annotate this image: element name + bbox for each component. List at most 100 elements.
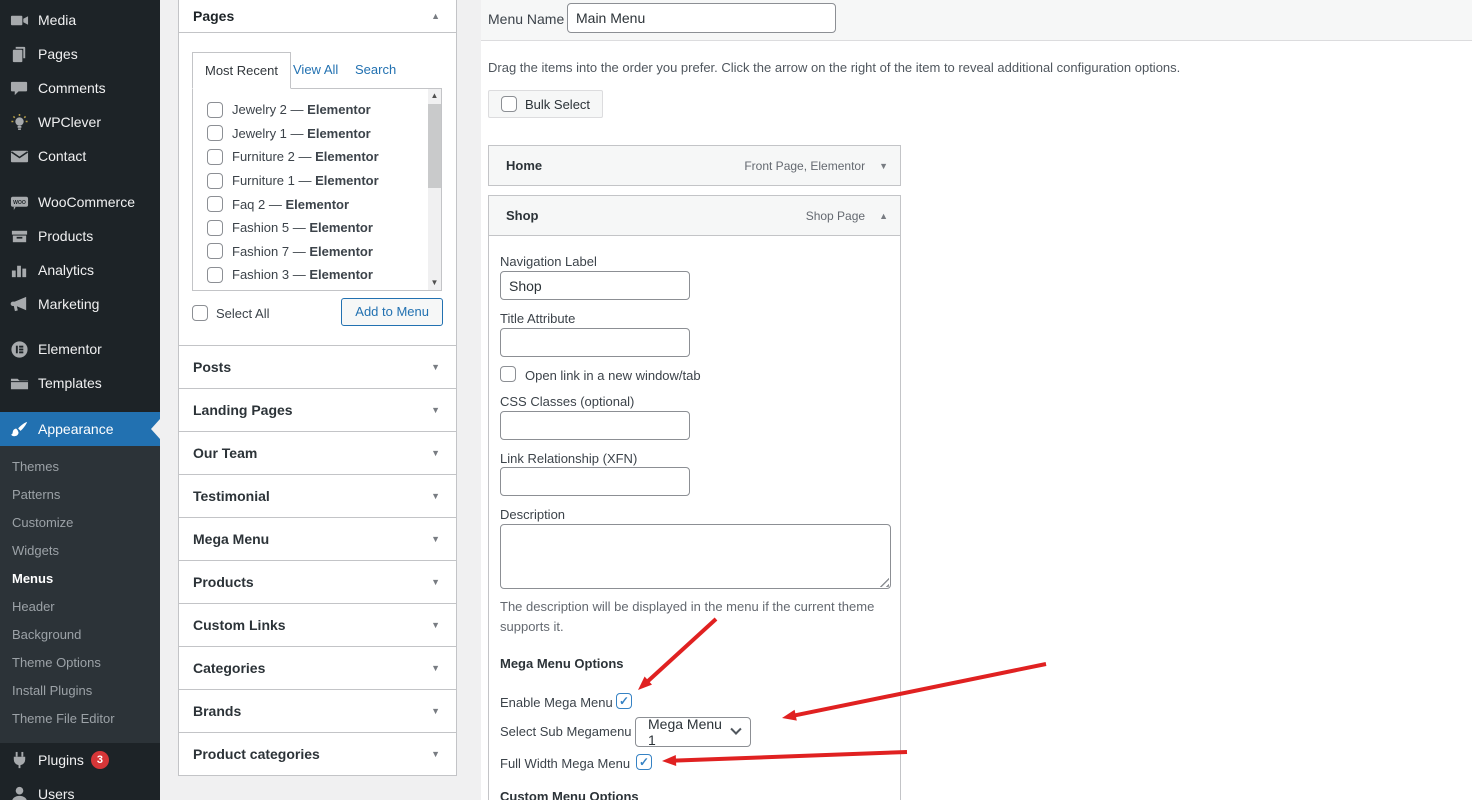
page-checkbox[interactable]: ✓: [207, 149, 223, 165]
sidebar-item-label: Contact: [38, 148, 86, 164]
css-classes-input[interactable]: [500, 411, 690, 440]
sidebar-item-appearance[interactable]: Appearance: [0, 412, 160, 446]
menu-item-shop[interactable]: Shop Shop Page ▲: [488, 195, 901, 236]
page-list-item[interactable]: ✓Fashion 5 — Elementor: [193, 216, 441, 240]
accordion-brands[interactable]: Brands▼: [179, 689, 456, 732]
page-list-item[interactable]: ✓Furniture 1 — Elementor: [193, 169, 441, 193]
expand-arrow-icon: ▼: [431, 706, 440, 716]
accordion-product-categories[interactable]: Product categories▼: [179, 732, 456, 775]
sidebar-item-analytics[interactable]: Analytics: [0, 253, 160, 287]
tab-most-recent[interactable]: Most Recent: [192, 52, 291, 89]
expand-arrow-icon: ▼: [431, 534, 440, 544]
sidebar-item-wpclever[interactable]: WPClever: [0, 105, 160, 139]
submenu-item-menus[interactable]: Menus: [0, 565, 160, 593]
envelope-icon: [8, 146, 30, 166]
sidebar-item-users[interactable]: Users: [0, 777, 160, 800]
expand-arrow-icon[interactable]: ▼: [879, 161, 888, 171]
folder-icon: [8, 373, 30, 393]
page-checkbox[interactable]: ✓: [207, 102, 223, 118]
scrollbar-thumb[interactable]: [428, 104, 441, 188]
sidebar-item-comments[interactable]: Comments: [0, 71, 160, 105]
description-textarea[interactable]: [500, 524, 891, 589]
navigation-label: Navigation Label: [500, 254, 597, 269]
expand-arrow-icon: ▼: [431, 663, 440, 673]
expand-arrow-icon: ▼: [431, 405, 440, 415]
select-all-checkbox[interactable]: ✓: [192, 305, 208, 321]
sidebar-item-media[interactable]: Media: [0, 3, 160, 37]
xfn-label: Link Relationship (XFN): [500, 451, 637, 466]
accordion-mega-menu[interactable]: Mega Menu▼: [179, 517, 456, 560]
sidebar-item-woocommerce[interactable]: WOO WooCommerce: [0, 185, 160, 219]
sidebar-item-pages[interactable]: Pages: [0, 37, 160, 71]
scroll-down-icon[interactable]: ▼: [428, 276, 441, 290]
full-width-mega-menu-checkbox[interactable]: ✓: [636, 754, 652, 770]
accordion-landing-pages[interactable]: Landing Pages▼: [179, 388, 456, 431]
submenu-item-install-plugins[interactable]: Install Plugins: [0, 677, 160, 705]
page-checkbox[interactable]: ✓: [207, 220, 223, 236]
tab-search[interactable]: Search: [355, 62, 396, 77]
submenu-item-widgets[interactable]: Widgets: [0, 537, 160, 565]
page-checkbox[interactable]: ✓: [207, 173, 223, 189]
accordion-products[interactable]: Products▼: [179, 560, 456, 603]
accordion-custom-links[interactable]: Custom Links▼: [179, 603, 456, 646]
page-list-item[interactable]: ✓Fashion 7 — Elementor: [193, 240, 441, 264]
plugins-update-badge: 3: [91, 751, 109, 769]
lightbulb-icon: [8, 112, 30, 132]
submenu-item-themes[interactable]: Themes: [0, 453, 160, 481]
page-checkbox[interactable]: ✓: [207, 267, 223, 283]
title-attribute-input[interactable]: [500, 328, 690, 357]
bulk-select-label: Bulk Select: [525, 97, 590, 112]
submenu-item-customize[interactable]: Customize: [0, 509, 160, 537]
add-to-menu-button[interactable]: Add to Menu: [341, 298, 443, 326]
sidebar-item-elementor[interactable]: Elementor: [0, 332, 160, 366]
css-classes-label: CSS Classes (optional): [500, 394, 634, 409]
accordion-posts[interactable]: Posts▼: [179, 345, 456, 388]
submenu-item-header[interactable]: Header: [0, 593, 160, 621]
sidebar-item-label: WooCommerce: [38, 194, 135, 210]
bulk-select-checkbox[interactable]: ✓: [501, 96, 517, 112]
accordion-testimonial[interactable]: Testimonial▼: [179, 474, 456, 517]
woocommerce-icon: WOO: [8, 192, 30, 212]
submenu-item-background[interactable]: Background: [0, 621, 160, 649]
menu-name-label: Menu Name: [488, 11, 564, 27]
pages-section-title: Pages: [193, 8, 234, 24]
submenu-item-theme-file-editor[interactable]: Theme File Editor: [0, 705, 160, 733]
menu-name-input[interactable]: [567, 3, 836, 33]
accordion-categories[interactable]: Categories▼: [179, 646, 456, 689]
list-scrollbar[interactable]: ▲ ▼: [428, 89, 441, 290]
sidebar-item-contact[interactable]: Contact: [0, 139, 160, 173]
submenu-item-patterns[interactable]: Patterns: [0, 481, 160, 509]
xfn-input[interactable]: [500, 467, 690, 496]
tab-view-all[interactable]: View All: [293, 62, 338, 77]
collapse-arrow-icon[interactable]: ▲: [431, 11, 440, 21]
collapse-arrow-icon[interactable]: ▲: [879, 211, 888, 221]
enable-mega-menu-checkbox[interactable]: ✓: [616, 693, 632, 709]
custom-menu-options-heading: Custom Menu Options: [500, 789, 639, 800]
sidebar-item-templates[interactable]: Templates: [0, 366, 160, 400]
accordion-our-team[interactable]: Our Team▼: [179, 431, 456, 474]
scroll-up-icon[interactable]: ▲: [428, 89, 441, 103]
full-width-mega-menu-label: Full Width Mega Menu: [500, 756, 630, 771]
sub-megamenu-select[interactable]: Mega Menu 1: [635, 717, 751, 747]
open-new-tab-checkbox[interactable]: ✓: [500, 366, 516, 382]
sidebar-item-products[interactable]: Products: [0, 219, 160, 253]
page-list-item[interactable]: ✓Jewelry 2 — Elementor: [193, 98, 441, 122]
page-list-item[interactable]: ✓Fashion 3 — Elementor: [193, 263, 441, 287]
products-icon: [8, 226, 30, 246]
page-checkbox[interactable]: ✓: [207, 125, 223, 141]
page-checkbox[interactable]: ✓: [207, 243, 223, 259]
sidebar-item-plugins[interactable]: Plugins 3: [0, 743, 160, 777]
elementor-icon: [8, 339, 30, 359]
page-checkbox[interactable]: ✓: [207, 196, 223, 212]
pages-section-header[interactable]: Pages ▲: [179, 0, 456, 33]
navigation-label-input[interactable]: [500, 271, 690, 300]
menu-item-home[interactable]: Home Front Page, Elementor ▼: [488, 145, 901, 186]
page-list-item[interactable]: ✓Furniture 2 — Elementor: [193, 145, 441, 169]
page-list-item[interactable]: ✓Faq 2 — Elementor: [193, 192, 441, 216]
description-label: Description: [500, 507, 565, 522]
mega-menu-options-heading: Mega Menu Options: [500, 656, 624, 671]
page-list-item[interactable]: ✓Jewelry 1 — Elementor: [193, 122, 441, 146]
submenu-item-theme-options[interactable]: Theme Options: [0, 649, 160, 677]
bulk-select-button[interactable]: ✓ Bulk Select: [488, 90, 603, 118]
sidebar-item-marketing[interactable]: Marketing: [0, 287, 160, 321]
